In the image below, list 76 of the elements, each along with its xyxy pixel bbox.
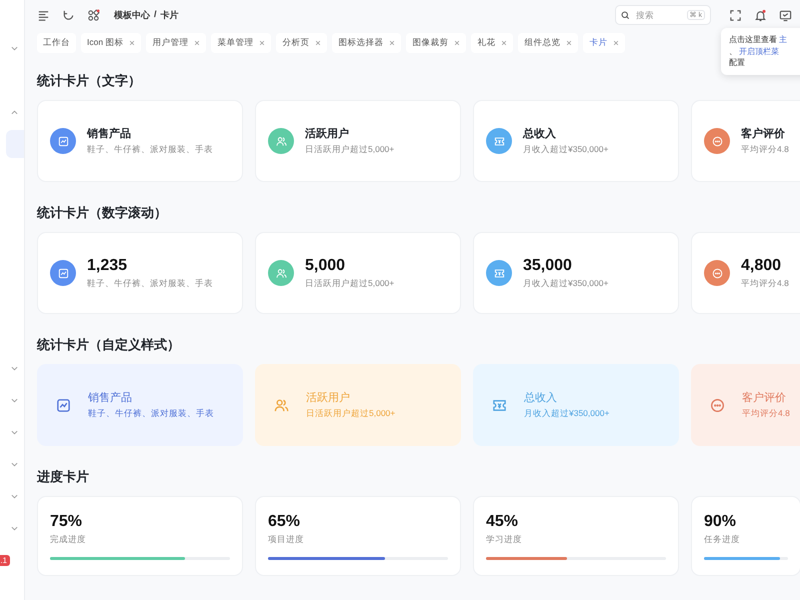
chevron-down-icon[interactable] <box>11 398 18 402</box>
close-icon[interactable] <box>315 40 322 46</box>
stat-description: 日活跃用户超过5,000+ <box>306 408 396 420</box>
close-icon[interactable] <box>194 40 200 46</box>
refresh-icon[interactable] <box>62 8 75 22</box>
stat-title: 活跃用户 <box>306 390 351 405</box>
stat-title: 销售产品 <box>88 390 133 405</box>
close-icon[interactable] <box>259 40 266 46</box>
stat-title: 总收入 <box>523 126 557 141</box>
fullscreen-icon[interactable] <box>729 8 742 22</box>
close-icon[interactable] <box>454 40 460 46</box>
breadcrumb-link[interactable]: 模板中心 <box>114 8 150 22</box>
chevron-down-icon[interactable] <box>11 494 18 498</box>
stat-title: 活跃用户 <box>305 126 350 141</box>
close-icon[interactable] <box>501 40 508 46</box>
page-tab[interactable]: 卡片 <box>583 33 626 53</box>
stat-description: 鞋子、牛仔裤、派对服装、手表 <box>87 144 213 156</box>
chevron-up-icon[interactable] <box>11 110 18 114</box>
section-title: 统计卡片（自定义样式） <box>37 336 181 354</box>
chevron-down-icon[interactable] <box>11 46 18 50</box>
version-badge: .1 <box>0 554 10 566</box>
chevron-down-icon[interactable] <box>11 366 18 370</box>
close-icon[interactable] <box>566 40 572 46</box>
tip-link[interactable]: 开启顶栏菜 <box>739 46 780 56</box>
chevron-down-icon[interactable] <box>11 462 18 466</box>
stat-title: 销售产品 <box>87 126 132 141</box>
progress-value: 75% <box>50 512 84 530</box>
monitor-icon[interactable] <box>779 8 792 22</box>
breadcrumb-current: 卡片 <box>160 8 179 22</box>
stat-value: 1,235 <box>87 256 128 274</box>
progress-label: 任务进度 <box>704 534 741 546</box>
stat-title: 总收入 <box>524 391 558 405</box>
apps-icon[interactable] <box>87 8 100 22</box>
close-icon[interactable] <box>389 40 396 46</box>
stat-description: 日活跃用户超过5,000+ <box>305 144 394 156</box>
stat-title: 客户评价 <box>741 126 786 141</box>
tip-text: 点击这里查看 主 、 开启顶栏菜 配置 <box>729 34 788 69</box>
stat-description: 月收入超过¥350,000+ <box>523 144 608 156</box>
section-title: 进度卡片 <box>37 468 90 486</box>
stat-value: 5,000 <box>305 256 346 274</box>
chevron-down-icon[interactable] <box>11 526 18 530</box>
stat-description: 月收入超过¥350,000+ <box>524 408 610 420</box>
menu-icon[interactable] <box>37 8 50 22</box>
page-tab[interactable]: 图像裁剪 <box>406 33 466 53</box>
stat-value: 4,800 <box>741 256 782 274</box>
page-tab[interactable]: 用户管理 <box>146 33 206 53</box>
progress-value: 65% <box>268 512 302 530</box>
page-tab[interactable]: 分析页 <box>276 33 328 53</box>
bell-icon[interactable] <box>754 8 767 22</box>
progress-value: 90% <box>704 512 738 530</box>
section-title: 统计卡片（文字） <box>37 72 142 90</box>
progress-label: 完成进度 <box>50 534 87 546</box>
progress-value: 45% <box>486 512 520 530</box>
section-title: 统计卡片（数字滚动） <box>37 204 168 222</box>
page-tab[interactable]: 礼花 <box>471 33 514 53</box>
stat-description: 鞋子、牛仔裤、派对服装、手表 <box>87 278 213 290</box>
page-tab[interactable]: 组件总览 <box>518 33 578 53</box>
page-tab[interactable]: 图标选择器 <box>332 33 402 53</box>
progress-label: 项目进度 <box>268 534 305 546</box>
page-tab[interactable]: Icon 图标 <box>81 33 142 53</box>
chevron-down-icon[interactable] <box>11 430 18 434</box>
stat-description: 平均评分4.8 <box>741 278 789 290</box>
stat-title: 客户评价 <box>742 390 787 405</box>
tip-link[interactable]: 主 <box>779 35 788 44</box>
page-tab[interactable]: 工作台 <box>37 33 76 53</box>
stat-value: 35,000 <box>523 256 573 274</box>
close-icon[interactable] <box>129 40 136 46</box>
page-tab[interactable]: 菜单管理 <box>211 33 272 53</box>
stat-description: 平均评分4.8 <box>741 144 789 156</box>
close-icon[interactable] <box>613 40 620 46</box>
progress-label: 学习进度 <box>486 534 523 546</box>
stat-description: 鞋子、牛仔裤、派对服装、手表 <box>88 408 214 420</box>
stat-description: 日活跃用户超过5,000+ <box>305 278 394 290</box>
breadcrumb-separator: / <box>154 8 157 20</box>
stat-description: 月收入超过¥350,000+ <box>523 278 608 290</box>
stat-description: 平均评分4.8 <box>742 408 790 420</box>
